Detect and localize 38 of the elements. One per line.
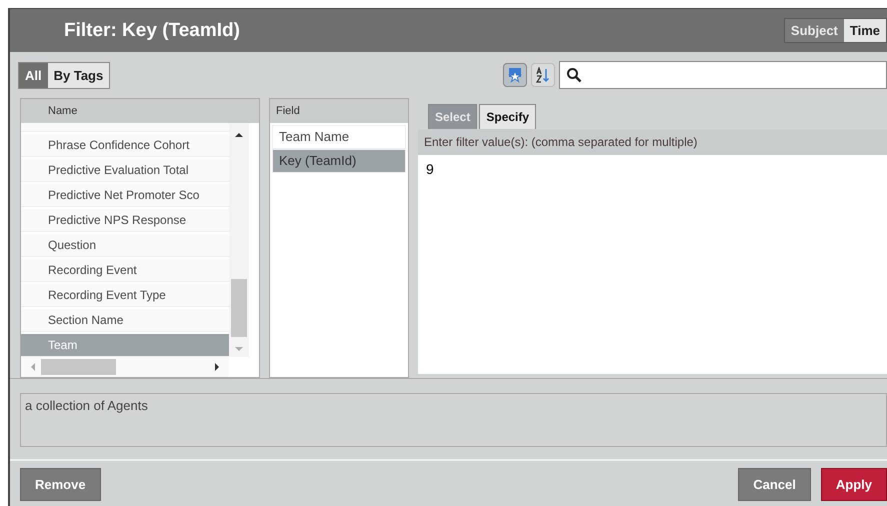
action-button[interactable]: Cancel xyxy=(738,468,811,500)
list-item[interactable]: Phrase Confidence Cohort xyxy=(21,134,229,157)
scrollbar-thumb[interactable] xyxy=(41,359,116,375)
tab[interactable]: Specify xyxy=(479,104,536,129)
scroll-down-icon xyxy=(234,345,244,353)
search-field[interactable] xyxy=(559,61,887,89)
sort-az-icon xyxy=(535,67,551,83)
list-item[interactable]: Recording Event xyxy=(21,259,229,282)
list-item[interactable]: Predictive Evaluation Total xyxy=(21,159,229,182)
description-box: a collection of Agents xyxy=(20,393,887,447)
action-button[interactable]: Apply xyxy=(820,468,887,500)
scroll-left-icon xyxy=(29,362,37,372)
scrollbar-thumb[interactable] xyxy=(231,279,247,337)
action-button[interactable]: Remove xyxy=(20,468,101,500)
list-item[interactable]: Predictive NPS Response xyxy=(21,209,229,232)
list-item[interactable]: Predictive Net Promoter Sco xyxy=(21,184,229,207)
filter-tab[interactable]: All xyxy=(19,62,48,88)
scroll-right-icon xyxy=(213,362,221,372)
list-item[interactable]: Key (TeamId) xyxy=(272,149,406,173)
column-header: Field xyxy=(276,105,300,117)
horizontal-scrollbar[interactable] xyxy=(21,357,229,377)
window-title: Filter: Key (TeamId) xyxy=(64,20,240,42)
value-input[interactable]: 9 xyxy=(418,155,887,374)
prompt-text: Enter filter value(s): (comma separated for multiple) xyxy=(418,129,887,155)
star-icon xyxy=(507,67,523,83)
scrollbar[interactable] xyxy=(229,123,249,357)
search-icon xyxy=(566,67,582,83)
list-item[interactable]: Team Name xyxy=(272,125,406,149)
list-item[interactable]: Section Name xyxy=(21,309,229,332)
list-item[interactable]: Recording Event Type xyxy=(21,284,229,307)
view-tab[interactable]: Time xyxy=(844,19,886,42)
partly-hidden-list-item[interactable] xyxy=(21,123,229,132)
filter-tab[interactable]: By Tags xyxy=(48,62,110,88)
list-item[interactable]: Question xyxy=(21,234,229,257)
sort-button[interactable] xyxy=(531,63,555,87)
scroll-up-icon xyxy=(234,131,244,139)
favorites-button[interactable] xyxy=(503,63,527,87)
column-header: Name xyxy=(48,105,78,117)
